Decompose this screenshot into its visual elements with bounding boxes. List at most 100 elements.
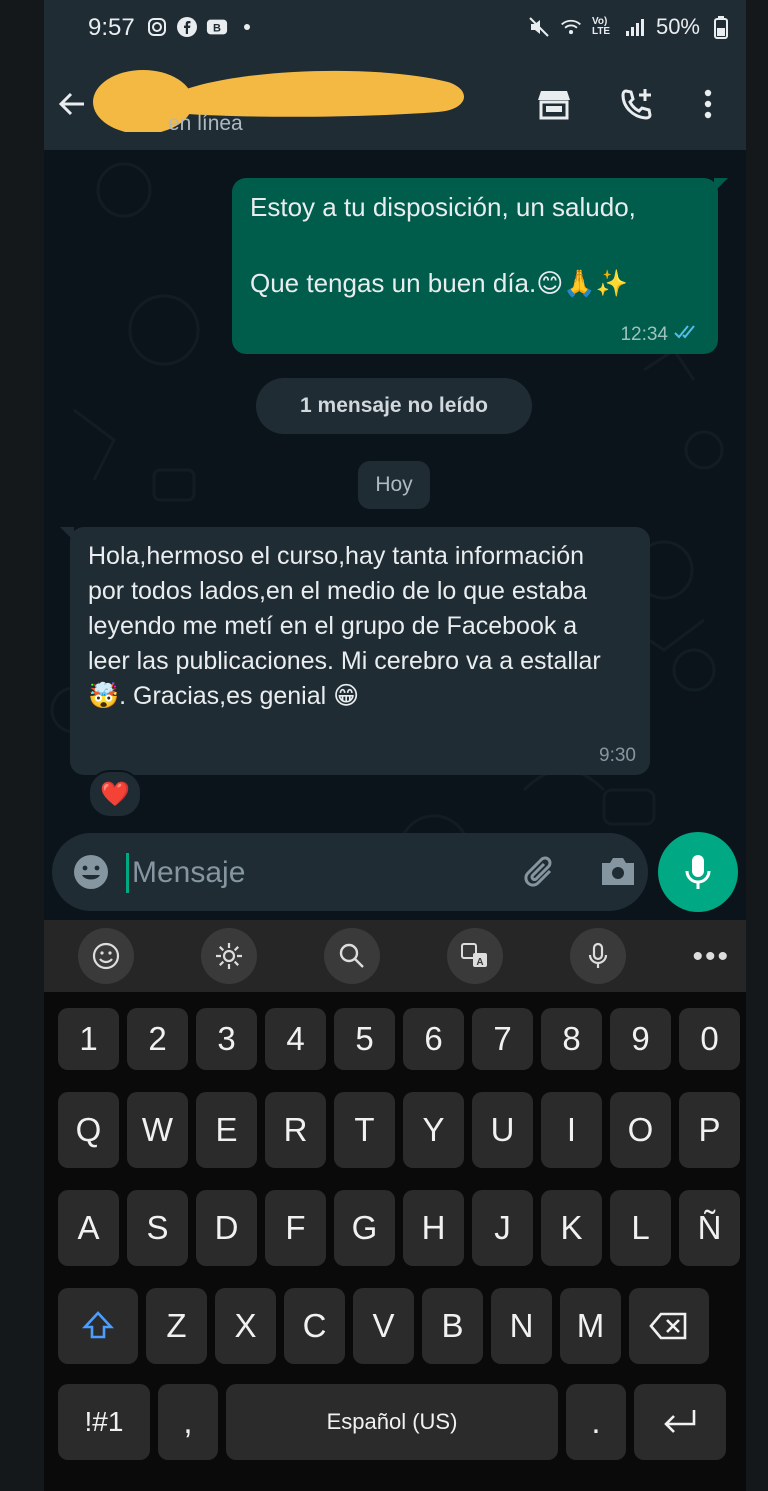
- settings-icon[interactable]: [201, 928, 257, 984]
- keyboard-toolbar: A •••: [44, 920, 746, 992]
- key-d[interactable]: D: [196, 1190, 257, 1266]
- more-icon[interactable]: •••: [692, 940, 730, 974]
- keyboard-row-2: A S D F G H J K L Ñ: [58, 1190, 740, 1266]
- bubble-tail: [60, 527, 74, 541]
- search-icon[interactable]: [324, 928, 380, 984]
- heart-reaction-icon: ❤️: [100, 780, 130, 808]
- add-call-icon[interactable]: [614, 82, 658, 126]
- unread-divider: 1 mensaje no leído: [256, 378, 532, 434]
- key-b[interactable]: B: [422, 1288, 483, 1364]
- key-1[interactable]: 1: [58, 1008, 119, 1070]
- double-check-icon: [674, 324, 700, 346]
- mic-icon: [685, 855, 711, 889]
- b-app-icon: B: [206, 16, 228, 38]
- outgoing-message-time: 12:34: [620, 324, 668, 345]
- attach-icon[interactable]: [520, 851, 562, 893]
- key-h[interactable]: H: [403, 1190, 464, 1266]
- voice-message-button[interactable]: [658, 832, 738, 912]
- backspace-icon: [649, 1312, 687, 1340]
- keyboard-bottom-row: !#1 , Español (US) .: [58, 1384, 726, 1460]
- key-s[interactable]: S: [127, 1190, 188, 1266]
- keyboard-number-row: 1 2 3 4 5 6 7 8 9 0: [58, 1008, 740, 1070]
- key-u[interactable]: U: [472, 1092, 533, 1168]
- wifi-icon: [560, 16, 582, 38]
- status-time: 9:57: [88, 14, 135, 41]
- keyboard-row-1: Q W E R T Y U I O P: [58, 1092, 740, 1168]
- shift-key[interactable]: [58, 1288, 138, 1364]
- signal-icon: [624, 16, 646, 38]
- emoji-icon[interactable]: [78, 928, 134, 984]
- key-i[interactable]: I: [541, 1092, 602, 1168]
- space-key[interactable]: Español (US): [226, 1384, 558, 1460]
- outgoing-message-line-1: Estoy a tu disposición, un saludo,: [250, 192, 636, 222]
- bubble-tail: [714, 178, 728, 192]
- keyboard: A ••• 1 2 3 4 5 6 7 8 9 0 Q W E R T Y U: [44, 920, 746, 1491]
- dot-icon: [236, 16, 258, 38]
- more-vert-icon[interactable]: [686, 82, 730, 126]
- key-enye[interactable]: Ñ: [679, 1190, 740, 1266]
- key-p[interactable]: P: [679, 1092, 740, 1168]
- phone-screen: 9:57 B Vo) LTE 50% en línea Estoy a tu d…: [44, 0, 746, 1491]
- voice-input-icon[interactable]: [570, 928, 626, 984]
- key-z[interactable]: Z: [146, 1288, 207, 1364]
- key-9[interactable]: 9: [610, 1008, 671, 1070]
- key-3[interactable]: 3: [196, 1008, 257, 1070]
- svg-text:B: B: [213, 23, 221, 35]
- key-0[interactable]: 0: [679, 1008, 740, 1070]
- status-right: Vo) LTE 50%: [528, 14, 732, 40]
- incoming-message-time: 9:30: [599, 745, 636, 766]
- key-4[interactable]: 4: [265, 1008, 326, 1070]
- key-e[interactable]: E: [196, 1092, 257, 1168]
- incoming-message[interactable]: Hola,hermoso el curso,hay tanta informac…: [60, 527, 650, 775]
- key-w[interactable]: W: [127, 1092, 188, 1168]
- outgoing-message[interactable]: Estoy a tu disposición, un saludo, Que t…: [232, 178, 728, 354]
- key-l[interactable]: L: [610, 1190, 671, 1266]
- volte-icon: Vo) LTE: [591, 16, 611, 37]
- chat-area[interactable]: Estoy a tu disposición, un saludo, Que t…: [44, 150, 746, 920]
- key-2[interactable]: 2: [127, 1008, 188, 1070]
- symbols-key[interactable]: !#1: [58, 1384, 150, 1460]
- contact-status: en línea: [168, 112, 243, 135]
- backspace-key[interactable]: [629, 1288, 709, 1364]
- facebook-icon: [176, 16, 198, 38]
- key-7[interactable]: 7: [472, 1008, 533, 1070]
- key-8[interactable]: 8: [541, 1008, 602, 1070]
- key-t[interactable]: T: [334, 1092, 395, 1168]
- key-5[interactable]: 5: [334, 1008, 395, 1070]
- comma-key[interactable]: ,: [158, 1384, 218, 1460]
- period-key[interactable]: .: [566, 1384, 626, 1460]
- key-o[interactable]: O: [610, 1092, 671, 1168]
- enter-icon: [664, 1410, 696, 1433]
- key-f[interactable]: F: [265, 1190, 326, 1266]
- translate-icon[interactable]: A: [447, 928, 503, 984]
- store-icon[interactable]: [532, 82, 576, 126]
- key-k[interactable]: K: [541, 1190, 602, 1266]
- enter-key[interactable]: [634, 1384, 726, 1460]
- svg-text:A: A: [476, 957, 483, 968]
- battery-icon: [710, 16, 732, 39]
- shift-icon: [82, 1311, 114, 1339]
- chat-header: en línea: [44, 58, 746, 150]
- key-r[interactable]: R: [265, 1092, 326, 1168]
- outgoing-message-meta: 12:34: [620, 324, 700, 346]
- contact-name-redaction[interactable]: [78, 62, 468, 134]
- emoji-icon[interactable]: [72, 853, 110, 891]
- key-m[interactable]: M: [560, 1288, 621, 1364]
- key-c[interactable]: C: [284, 1288, 345, 1364]
- key-j[interactable]: J: [472, 1190, 533, 1266]
- key-a[interactable]: A: [58, 1190, 119, 1266]
- key-6[interactable]: 6: [403, 1008, 464, 1070]
- message-input[interactable]: [130, 851, 434, 895]
- key-n[interactable]: N: [491, 1288, 552, 1364]
- camera-icon[interactable]: [598, 853, 638, 893]
- message-reaction[interactable]: ❤️: [88, 770, 142, 818]
- instagram-icon: [146, 16, 168, 38]
- key-y[interactable]: Y: [403, 1092, 464, 1168]
- key-x[interactable]: X: [215, 1288, 276, 1364]
- key-g[interactable]: G: [334, 1190, 395, 1266]
- key-q[interactable]: Q: [58, 1092, 119, 1168]
- outgoing-message-line-2: Que tengas un buen día.😊🙏✨: [250, 268, 629, 298]
- key-v[interactable]: V: [353, 1288, 414, 1364]
- message-composer: [52, 833, 648, 911]
- mute-icon: [528, 16, 550, 38]
